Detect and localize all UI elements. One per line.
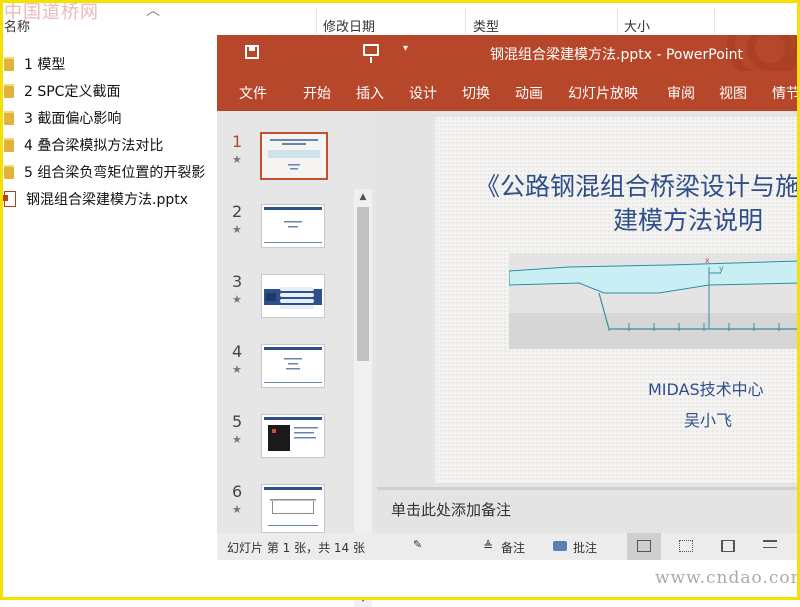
notes-button[interactable]: 备注	[501, 539, 525, 556]
slide-organization[interactable]: MIDAS技术中心	[648, 376, 764, 400]
slide-thumbnail-6[interactable]	[261, 484, 325, 533]
file-name: 4 叠合梁模拟方法对比	[24, 137, 164, 154]
slide-number: 2	[232, 202, 243, 221]
slide-author[interactable]: 吴小飞	[684, 407, 732, 431]
slide-number: 5	[232, 412, 243, 431]
file-list: 1 模型 2 SPC定义截面 3 截面偏心影响 4 叠合梁模拟方法对比 5 组合…	[0, 50, 216, 212]
animation-star-icon: ★	[232, 153, 242, 166]
tab-insert[interactable]: 插入	[356, 83, 384, 103]
list-item[interactable]: 2 SPC定义截面	[0, 77, 216, 104]
tab-file[interactable]: 文件	[239, 83, 267, 103]
tab-slideshow[interactable]: 幻灯片放映	[568, 83, 638, 103]
window-title: 钢混组合梁建模方法.pptx - PowerPoint	[490, 47, 744, 63]
file-name: 1 模型	[24, 56, 66, 73]
notes-divider[interactable]	[377, 487, 800, 490]
comments-button[interactable]: 批注	[573, 539, 597, 556]
slide-thumbnail-5[interactable]	[261, 414, 325, 458]
animation-star-icon: ★	[232, 223, 242, 236]
column-header-date[interactable]: 修改日期	[323, 16, 375, 35]
slide-sorter-icon	[679, 540, 693, 552]
file-name: 3 截面偏心影响	[24, 110, 122, 127]
animation-star-icon: ★	[232, 433, 242, 446]
chevron-up-icon[interactable]: ︿	[146, 0, 160, 20]
column-divider[interactable]	[465, 8, 466, 34]
column-divider[interactable]	[316, 8, 317, 34]
folder-icon	[4, 137, 14, 152]
list-item[interactable]: 钢混组合梁建模方法.pptx	[0, 185, 216, 212]
edit-notes-icon[interactable]: ✎	[413, 539, 423, 550]
customize-toolbar-icon[interactable]: ▾	[403, 43, 408, 54]
tab-home[interactable]: 开始	[303, 83, 331, 103]
tab-storyboard[interactable]: 情节	[772, 83, 800, 103]
animation-star-icon: ★	[232, 363, 242, 376]
column-divider[interactable]	[617, 8, 618, 34]
slide-number: 3	[232, 272, 243, 291]
slide-number: 1	[232, 132, 243, 151]
site-watermark-url: www.cndao.com	[655, 568, 800, 588]
tab-review[interactable]: 审阅	[667, 83, 695, 103]
folder-icon	[4, 164, 14, 179]
slideshow-view-icon	[763, 540, 777, 548]
tab-transitions[interactable]: 切换	[462, 83, 490, 103]
list-item[interactable]: 5 组合梁负弯矩位置的开裂影	[0, 158, 216, 185]
column-header-size[interactable]: 大小	[624, 16, 650, 35]
slide-count-status: 幻灯片 第 1 张，共 14 张	[227, 541, 365, 555]
notes-toggle-icon[interactable]: ≜	[483, 539, 493, 553]
scroll-thumb[interactable]	[357, 207, 369, 361]
tab-view[interactable]: 视图	[719, 83, 747, 103]
animation-star-icon: ★	[232, 293, 242, 306]
pptx-file-icon	[2, 190, 16, 207]
slide-thumbnail-pane[interactable]: 1 ★ 2 ★ 3 ★ 4 ★ 5 ★ 6 ★ ▲	[217, 111, 377, 607]
folder-icon	[4, 83, 14, 98]
list-item[interactable]: 1 模型	[0, 50, 216, 77]
save-icon[interactable]	[245, 45, 259, 59]
slide-thumbnail-1[interactable]	[260, 132, 328, 180]
explorer-header: 中国道桥网 ︿ 名称 修改日期 类型 大小	[0, 0, 800, 35]
axis-x-label: x	[705, 256, 710, 265]
reading-view-button[interactable]	[711, 533, 745, 560]
animation-star-icon: ★	[232, 503, 242, 516]
slide-title-line1[interactable]: 《公路钢混组合桥梁设计与施	[475, 167, 800, 203]
slide-thumbnail-3[interactable]	[261, 274, 325, 318]
status-bar: 幻灯片 第 1 张，共 14 张 ✎ ≜ 备注 批注	[217, 533, 800, 560]
column-divider[interactable]	[714, 8, 715, 34]
file-name: 钢混组合梁建模方法.pptx	[26, 191, 188, 208]
normal-view-button[interactable]	[627, 533, 661, 560]
reading-view-icon	[721, 540, 735, 552]
slide-thumbnail-4[interactable]	[261, 344, 325, 388]
tab-design[interactable]: 设计	[409, 83, 437, 103]
notes-placeholder[interactable]: 单击此处添加备注	[391, 499, 511, 520]
file-name: 2 SPC定义截面	[24, 83, 121, 100]
slide-number: 4	[232, 342, 243, 361]
start-slideshow-icon[interactable]	[363, 44, 379, 63]
list-item[interactable]: 4 叠合梁模拟方法对比	[0, 131, 216, 158]
tab-animations[interactable]: 动画	[515, 83, 543, 103]
slideshow-view-button[interactable]	[753, 533, 787, 560]
scroll-up-icon[interactable]: ▲	[354, 189, 372, 205]
list-item[interactable]: 3 截面偏心影响	[0, 104, 216, 131]
slide-number: 6	[232, 482, 243, 501]
folder-icon	[4, 110, 14, 125]
folder-icon	[4, 56, 14, 71]
ribbon-tabs: 文件 开始 插入 设计 切换 动画 幻灯片放映 审阅 视图 情节	[217, 71, 800, 111]
slide-title-line2[interactable]: 建模方法说明	[613, 201, 763, 237]
title-bar: ▾ 钢混组合梁建模方法.pptx - PowerPoint	[217, 35, 800, 71]
file-name: 5 组合梁负弯矩位置的开裂影	[24, 164, 206, 181]
bridge-cross-section-image[interactable]: x y	[509, 253, 800, 349]
slide-editing-pane: 《公路钢混组合桥梁设计与施 建模方法说明 x y MIDAS技术中心 吴小飞 单…	[377, 111, 800, 533]
slide-sorter-button[interactable]	[669, 533, 703, 560]
current-slide[interactable]: 《公路钢混组合桥梁设计与施 建模方法说明 x y MIDAS技术中心 吴小飞	[435, 117, 800, 483]
normal-view-icon	[637, 540, 651, 552]
powerpoint-window: ▾ 钢混组合梁建模方法.pptx - PowerPoint 文件 开始 插入 设…	[217, 35, 800, 607]
slide-thumbnail-2[interactable]	[261, 204, 325, 248]
comment-icon[interactable]	[553, 541, 567, 551]
axis-y-label: y	[719, 264, 724, 273]
column-header-name[interactable]: 名称	[4, 16, 30, 35]
column-header-type[interactable]: 类型	[473, 16, 499, 35]
